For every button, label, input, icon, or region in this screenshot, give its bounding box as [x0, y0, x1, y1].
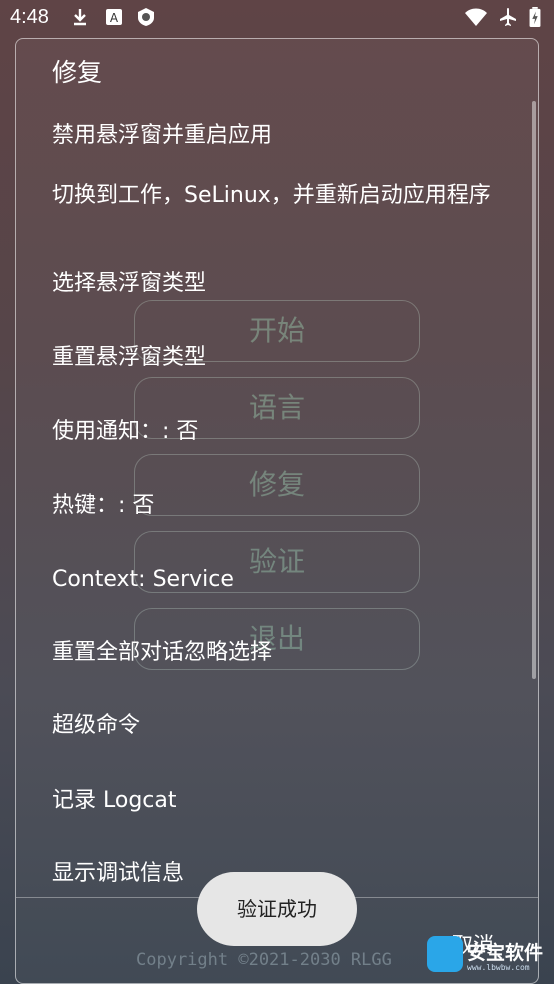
menu-item-hotkey[interactable]: 热键：: 否	[52, 491, 502, 521]
toast-message: 验证成功	[197, 872, 357, 946]
battery-icon	[529, 7, 541, 27]
menu-item-super-command[interactable]: 超级命令	[52, 711, 502, 741]
menu-item-reset-dialog-ignores[interactable]: 重置全部对话忽略选择	[52, 638, 502, 668]
repair-dialog: 修复 禁用悬浮窗并重启应用 切换到工作，SeLinux，并重新启动应用程序 选择…	[15, 38, 539, 984]
menu-item-select-float-type[interactable]: 选择悬浮窗类型	[52, 269, 502, 299]
a-badge-icon: A	[106, 9, 122, 25]
download-icon	[74, 9, 86, 26]
menu-item-use-notification[interactable]: 使用通知：: 否	[52, 417, 502, 447]
menu-item-context[interactable]: Context: Service	[52, 565, 502, 595]
menu-item-record-logcat[interactable]: 记录 Logcat	[52, 786, 502, 816]
watermark-logo-icon	[427, 936, 463, 972]
menu-item-reset-float-type[interactable]: 重置悬浮窗类型	[52, 343, 502, 373]
menu-item-switch-work-selinux[interactable]: 切换到工作，SeLinux，并重新启动应用程序	[52, 181, 502, 211]
dialog-title: 修复	[52, 58, 103, 87]
dialog-scrollbar[interactable]	[532, 101, 536, 679]
wifi-icon	[465, 8, 487, 26]
watermark: 安宝软件 www.lbwbw.com	[427, 936, 549, 978]
watermark-url: www.lbwbw.com	[467, 963, 530, 972]
watermark-text: 安宝软件	[467, 942, 544, 964]
menu-item-disable-float-restart[interactable]: 禁用悬浮窗并重启应用	[52, 121, 502, 151]
svg-text:A: A	[110, 11, 119, 25]
status-bar: 4:48 A	[0, 0, 554, 38]
status-time: 4:48	[10, 6, 49, 28]
shield-icon	[138, 8, 154, 26]
airplane-icon	[500, 8, 516, 26]
